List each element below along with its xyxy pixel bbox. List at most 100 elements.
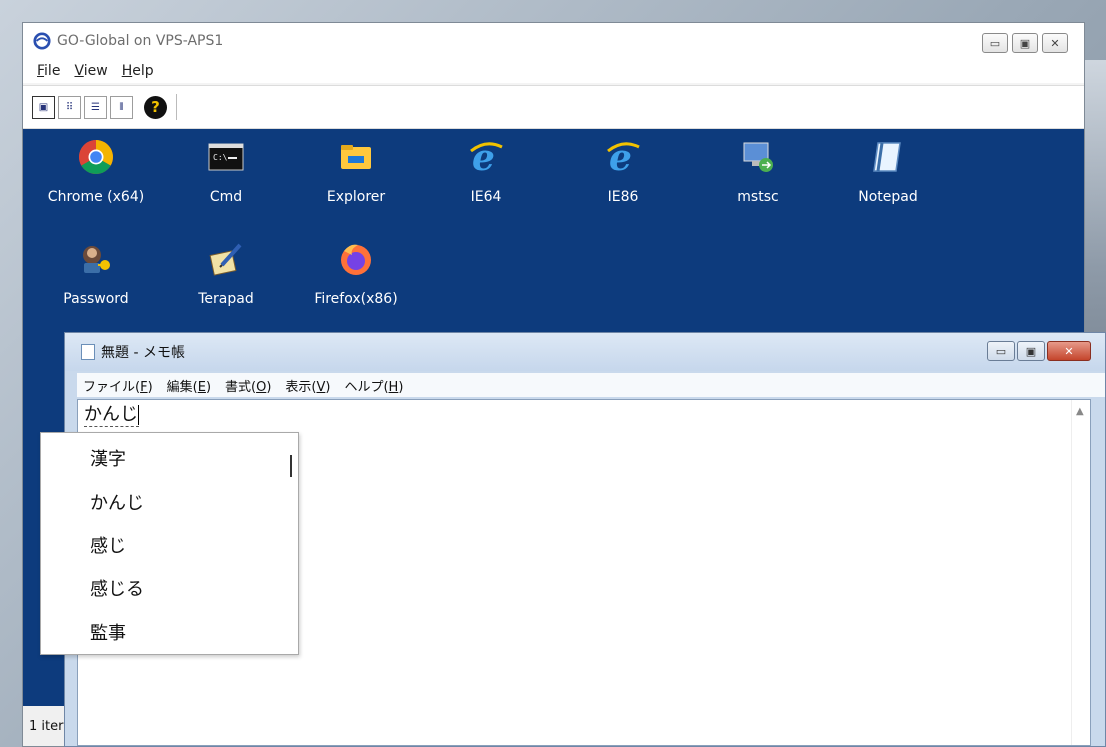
app-cmd[interactable]: C:\ Cmd: [171, 139, 281, 205]
status-text: 1 iter: [29, 718, 64, 734]
window-title: GO-Global on VPS-APS1: [57, 33, 224, 49]
svg-text:C:\: C:\: [213, 153, 228, 162]
notepad-maximize-button[interactable]: ▣: [1017, 341, 1045, 361]
app-label: Firefox(x86): [314, 291, 398, 307]
small-icons-view-button[interactable]: ⠿: [58, 95, 81, 119]
np-menu-file[interactable]: ファイル(F): [83, 376, 153, 395]
goglobal-titlebar[interactable]: GO-Global on VPS-APS1 ▭ ▣ ✕: [23, 23, 1084, 59]
np-menu-file-accel: F: [140, 379, 148, 395]
list-icon: ☰: [91, 101, 100, 113]
vertical-scrollbar[interactable]: ▲: [1071, 400, 1090, 745]
internet-explorer-icon: e: [607, 137, 640, 179]
help-button[interactable]: ?: [144, 95, 167, 119]
ime-candidate[interactable]: 漢字: [90, 445, 126, 471]
menu-view-label: iew: [83, 63, 108, 79]
app-label: Explorer: [326, 189, 386, 205]
ime-candidate[interactable]: 感じる: [90, 575, 144, 601]
np-menu-edit-label: 編集(: [166, 379, 198, 395]
menu-help-accel: H: [121, 63, 133, 79]
app-label: Cmd: [209, 189, 243, 205]
goglobal-toolbar: ▣ ⠿ ☰ ⦀ ?: [23, 85, 1084, 129]
np-menu-edit[interactable]: 編集(E): [167, 376, 211, 395]
app-ie64[interactable]: e IE64: [431, 137, 541, 205]
remote-desktop-icon: [743, 142, 773, 172]
np-menu-view-close-paren: ): [325, 379, 331, 395]
minimize-button[interactable]: ▭: [982, 33, 1008, 53]
np-menu-format[interactable]: 書式(O): [225, 376, 271, 395]
goglobal-menubar: File View Help: [23, 59, 1084, 83]
notepad-icon: [81, 344, 95, 360]
composition-string: かんじ: [84, 404, 138, 425]
ime-candidate[interactable]: 監事: [90, 619, 126, 645]
chrome-icon: [79, 140, 113, 174]
details-view-button[interactable]: ⦀: [110, 95, 133, 119]
maximize-icon: ▣: [1019, 36, 1031, 50]
notepad-window-controls: ▭ ▣ ✕: [987, 341, 1091, 361]
close-button[interactable]: ✕: [1042, 33, 1068, 53]
notepad-titlebar[interactable]: 無題 - メモ帳 ▭ ▣ ✕: [65, 333, 1105, 371]
np-menu-format-accel: O: [256, 379, 267, 395]
folder-icon: [341, 145, 371, 169]
notepad-close-button[interactable]: ✕: [1047, 341, 1091, 361]
scroll-up-arrow-icon[interactable]: ▲: [1076, 406, 1084, 417]
list-view-button[interactable]: ☰: [84, 95, 107, 119]
np-menu-edit-close-paren: ): [205, 379, 212, 395]
menu-view-accel: V: [74, 63, 84, 79]
window-controls: ▭ ▣ ✕: [982, 33, 1068, 53]
np-menu-format-close-paren: ): [266, 379, 272, 395]
app-chrome[interactable]: Chrome (x64): [41, 139, 151, 205]
close-icon: ✕: [1064, 344, 1074, 358]
np-menu-file-close-paren: ): [147, 379, 153, 395]
app-firefox[interactable]: Firefox(x86): [301, 241, 411, 307]
app-explorer[interactable]: Explorer: [301, 139, 411, 205]
ime-candidate-list: 漢字 かんじ 感じ 感じる 監事: [40, 432, 299, 655]
np-menu-file-label: ファイル(: [83, 379, 141, 395]
menu-help-label: elp: [132, 63, 154, 79]
app-label: Notepad: [858, 189, 918, 205]
app-label: Terapad: [198, 291, 254, 307]
minimize-icon: ▭: [989, 36, 1001, 50]
notepad-menubar: ファイル(F) 編集(E) 書式(O) 表示(V) ヘルプ(H): [77, 373, 1105, 397]
text-caret: [138, 405, 139, 425]
large-icons-icon: ▣: [38, 101, 49, 113]
app-terapad[interactable]: Terapad: [171, 241, 281, 307]
np-menu-help-accel: H: [388, 379, 399, 395]
terapad-icon: [209, 243, 242, 276]
maximize-icon: ▣: [1025, 344, 1037, 358]
notepad-icon: [873, 142, 901, 172]
np-menu-help-close-paren: ): [398, 379, 404, 395]
cmd-icon: C:\: [208, 143, 244, 171]
app-password[interactable]: Password: [41, 241, 151, 307]
np-menu-help[interactable]: ヘルプ(H): [344, 376, 403, 395]
details-icon: ⦀: [119, 101, 124, 113]
np-menu-edit-accel: E: [197, 379, 206, 395]
menu-file[interactable]: File: [31, 63, 66, 79]
menu-file-label: ile: [44, 63, 61, 79]
np-menu-format-label: 書式(: [225, 379, 257, 395]
toolbar-separator: [176, 94, 177, 120]
app-label: Chrome (x64): [47, 189, 145, 205]
app-label: IE86: [607, 189, 639, 205]
app-ie86[interactable]: e IE86: [568, 137, 678, 205]
app-label: Password: [63, 291, 129, 307]
np-menu-help-label: ヘルプ(: [344, 379, 389, 395]
menu-view[interactable]: View: [68, 63, 113, 79]
app-label: mstsc: [737, 189, 779, 205]
help-icon: ?: [151, 98, 160, 116]
maximize-button[interactable]: ▣: [1012, 33, 1038, 53]
app-mstsc[interactable]: mstsc: [703, 139, 813, 205]
menu-help[interactable]: Help: [116, 63, 160, 79]
app-notepad[interactable]: Notepad: [833, 139, 943, 205]
password-key-icon: [83, 246, 110, 273]
ime-candidate[interactable]: かんじ: [90, 489, 144, 515]
close-icon: ✕: [1050, 36, 1060, 50]
large-icons-view-button[interactable]: ▣: [32, 95, 55, 119]
candidate-scroll-thumb[interactable]: [290, 455, 292, 477]
np-menu-view[interactable]: 表示(V): [285, 376, 330, 395]
ime-candidate[interactable]: 感じ: [90, 532, 126, 558]
notepad-minimize-button[interactable]: ▭: [987, 341, 1015, 361]
ime-composition-text: かんじ: [84, 404, 139, 427]
minimize-icon: ▭: [995, 344, 1007, 358]
np-menu-view-label: 表示(: [285, 379, 317, 395]
firefox-icon: [341, 244, 371, 275]
